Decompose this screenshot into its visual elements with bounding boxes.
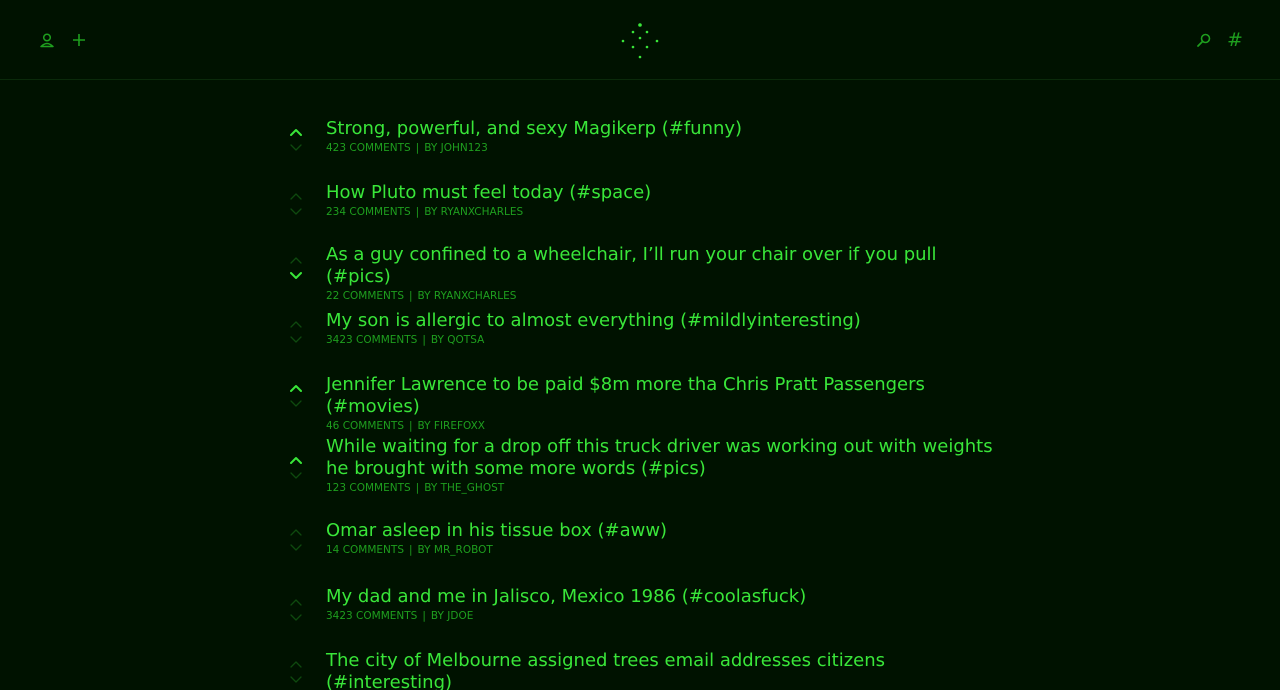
- post-title[interactable]: Jennifer Lawrence to be paid $8m more th…: [326, 374, 996, 418]
- vote-controls: [284, 658, 308, 690]
- author-link[interactable]: BY QOTSA: [431, 334, 484, 346]
- post-body: Jennifer Lawrence to be paid $8m more th…: [326, 374, 996, 433]
- upvote-arrow-icon[interactable]: [290, 254, 302, 266]
- post-item: Omar asleep in his tissue box (#aww) 14 …: [284, 520, 1004, 580]
- post-item: As a guy confined to a wheelchair, I’ll …: [284, 244, 1004, 304]
- downvote-arrow-icon[interactable]: [290, 270, 302, 282]
- meta-separator: |: [408, 290, 413, 302]
- user-icon: [40, 33, 54, 48]
- meta-separator: |: [422, 610, 426, 622]
- downvote-arrow-icon[interactable]: [290, 612, 302, 624]
- post-item: The city of Melbourne assigned trees ema…: [284, 650, 1004, 690]
- post-title[interactable]: The city of Melbourne assigned trees ema…: [326, 650, 996, 690]
- downvote-arrow-icon[interactable]: [290, 334, 302, 346]
- post-title[interactable]: My son is allergic to almost everything …: [326, 310, 996, 332]
- top-bar: #: [0, 0, 1280, 80]
- plus-icon: [73, 34, 85, 46]
- meta-separator: |: [408, 544, 413, 556]
- post-meta: 234 COMMENTS | BY RYANXCHARLES: [326, 205, 996, 219]
- post-title[interactable]: Strong, powerful, and sexy Magikerp (#fu…: [326, 118, 996, 140]
- comments-link[interactable]: 3423 COMMENTS: [326, 610, 417, 622]
- comments-link[interactable]: 22 COMMENTS: [326, 290, 404, 302]
- hashtags-button[interactable]: #: [1223, 28, 1247, 52]
- post-title[interactable]: While waiting for a drop off this truck …: [326, 436, 996, 480]
- app: # Strong, powerful, and sexy Magikerp (#…: [0, 0, 1280, 690]
- post-body: My dad and me in Jalisco, Mexico 1986 (#…: [326, 586, 996, 623]
- author-link[interactable]: BY THE_GHOST: [424, 482, 504, 494]
- post-item: My son is allergic to almost everything …: [284, 310, 1004, 370]
- post-body: How Pluto must feel today (#space) 234 C…: [326, 182, 996, 219]
- post-body: As a guy confined to a wheelchair, I’ll …: [326, 244, 996, 303]
- search-icon: [1197, 33, 1211, 47]
- post-body: Omar asleep in his tissue box (#aww) 14 …: [326, 520, 996, 557]
- comments-link[interactable]: 423 COMMENTS: [326, 142, 411, 154]
- post-title[interactable]: Omar asleep in his tissue box (#aww): [326, 520, 996, 542]
- post-title[interactable]: How Pluto must feel today (#space): [326, 182, 996, 204]
- comments-link[interactable]: 46 COMMENTS: [326, 420, 404, 432]
- search-button[interactable]: [1192, 28, 1216, 52]
- upvote-arrow-icon[interactable]: [290, 318, 302, 330]
- post-meta: 46 COMMENTS | BY FIREFOXX: [326, 419, 996, 433]
- author-link[interactable]: BY RYANXCHARLES: [424, 206, 523, 218]
- downvote-arrow-icon[interactable]: [290, 398, 302, 410]
- hash-symbol: #: [1227, 29, 1243, 51]
- downvote-arrow-icon[interactable]: [290, 542, 302, 554]
- post-meta: 3423 COMMENTS | BY QOTSA: [326, 333, 996, 347]
- add-post-button[interactable]: [67, 28, 91, 52]
- dot-pattern-logo[interactable]: [620, 22, 660, 60]
- post-item: Jennifer Lawrence to be paid $8m more th…: [284, 374, 1004, 434]
- vote-controls: [284, 254, 308, 298]
- meta-separator: |: [415, 482, 420, 494]
- post-meta: 123 COMMENTS | BY THE_GHOST: [326, 481, 996, 495]
- vote-controls: [284, 318, 308, 362]
- post-body: Strong, powerful, and sexy Magikerp (#fu…: [326, 118, 996, 155]
- comments-link[interactable]: 123 COMMENTS: [326, 482, 411, 494]
- post-title[interactable]: As a guy confined to a wheelchair, I’ll …: [326, 244, 996, 288]
- vote-controls: [284, 190, 308, 234]
- post-body: While waiting for a drop off this truck …: [326, 436, 996, 495]
- post-feed: Strong, powerful, and sexy Magikerp (#fu…: [0, 80, 1280, 690]
- upvote-arrow-icon[interactable]: [290, 190, 302, 202]
- comments-link[interactable]: 3423 COMMENTS: [326, 334, 417, 346]
- post-item: While waiting for a drop off this truck …: [284, 436, 1004, 496]
- upvote-arrow-icon[interactable]: [290, 596, 302, 608]
- post-meta: 14 COMMENTS | BY MR_ROBOT: [326, 543, 996, 557]
- vote-controls: [284, 596, 308, 640]
- downvote-arrow-icon[interactable]: [290, 206, 302, 218]
- downvote-arrow-icon[interactable]: [290, 470, 302, 482]
- post-body: The city of Melbourne assigned trees ema…: [326, 650, 996, 690]
- post-title[interactable]: My dad and me in Jalisco, Mexico 1986 (#…: [326, 586, 996, 608]
- post-item: How Pluto must feel today (#space) 234 C…: [284, 182, 1004, 242]
- upvote-arrow-icon[interactable]: [290, 126, 302, 138]
- post-item: Strong, powerful, and sexy Magikerp (#fu…: [284, 118, 1004, 178]
- user-button[interactable]: [35, 28, 59, 52]
- upvote-arrow-icon[interactable]: [290, 658, 302, 670]
- vote-controls: [284, 526, 308, 570]
- downvote-arrow-icon[interactable]: [290, 674, 302, 686]
- post-meta: 22 COMMENTS | BY RYANXCHARLES: [326, 289, 996, 303]
- post-meta: 3423 COMMENTS | BY JDOE: [326, 609, 996, 623]
- meta-separator: |: [408, 420, 413, 432]
- upvote-arrow-icon[interactable]: [290, 454, 302, 466]
- downvote-arrow-icon[interactable]: [290, 142, 302, 154]
- post-body: My son is allergic to almost everything …: [326, 310, 996, 347]
- author-link[interactable]: BY FIREFOXX: [418, 420, 485, 432]
- author-link[interactable]: BY JDOE: [431, 610, 473, 622]
- upvote-arrow-icon[interactable]: [290, 382, 302, 394]
- vote-controls: [284, 126, 308, 170]
- author-link[interactable]: BY JOHN123: [424, 142, 488, 154]
- author-link[interactable]: BY RYANXCHARLES: [418, 290, 517, 302]
- meta-separator: |: [415, 206, 420, 218]
- meta-separator: |: [422, 334, 426, 346]
- vote-controls: [284, 382, 308, 426]
- upvote-arrow-icon[interactable]: [290, 526, 302, 538]
- comments-link[interactable]: 234 COMMENTS: [326, 206, 411, 218]
- meta-separator: |: [415, 142, 420, 154]
- vote-controls: [284, 454, 308, 498]
- comments-link[interactable]: 14 COMMENTS: [326, 544, 404, 556]
- post-item: My dad and me in Jalisco, Mexico 1986 (#…: [284, 586, 1004, 646]
- author-link[interactable]: BY MR_ROBOT: [418, 544, 493, 556]
- post-meta: 423 COMMENTS | BY JOHN123: [326, 141, 996, 155]
